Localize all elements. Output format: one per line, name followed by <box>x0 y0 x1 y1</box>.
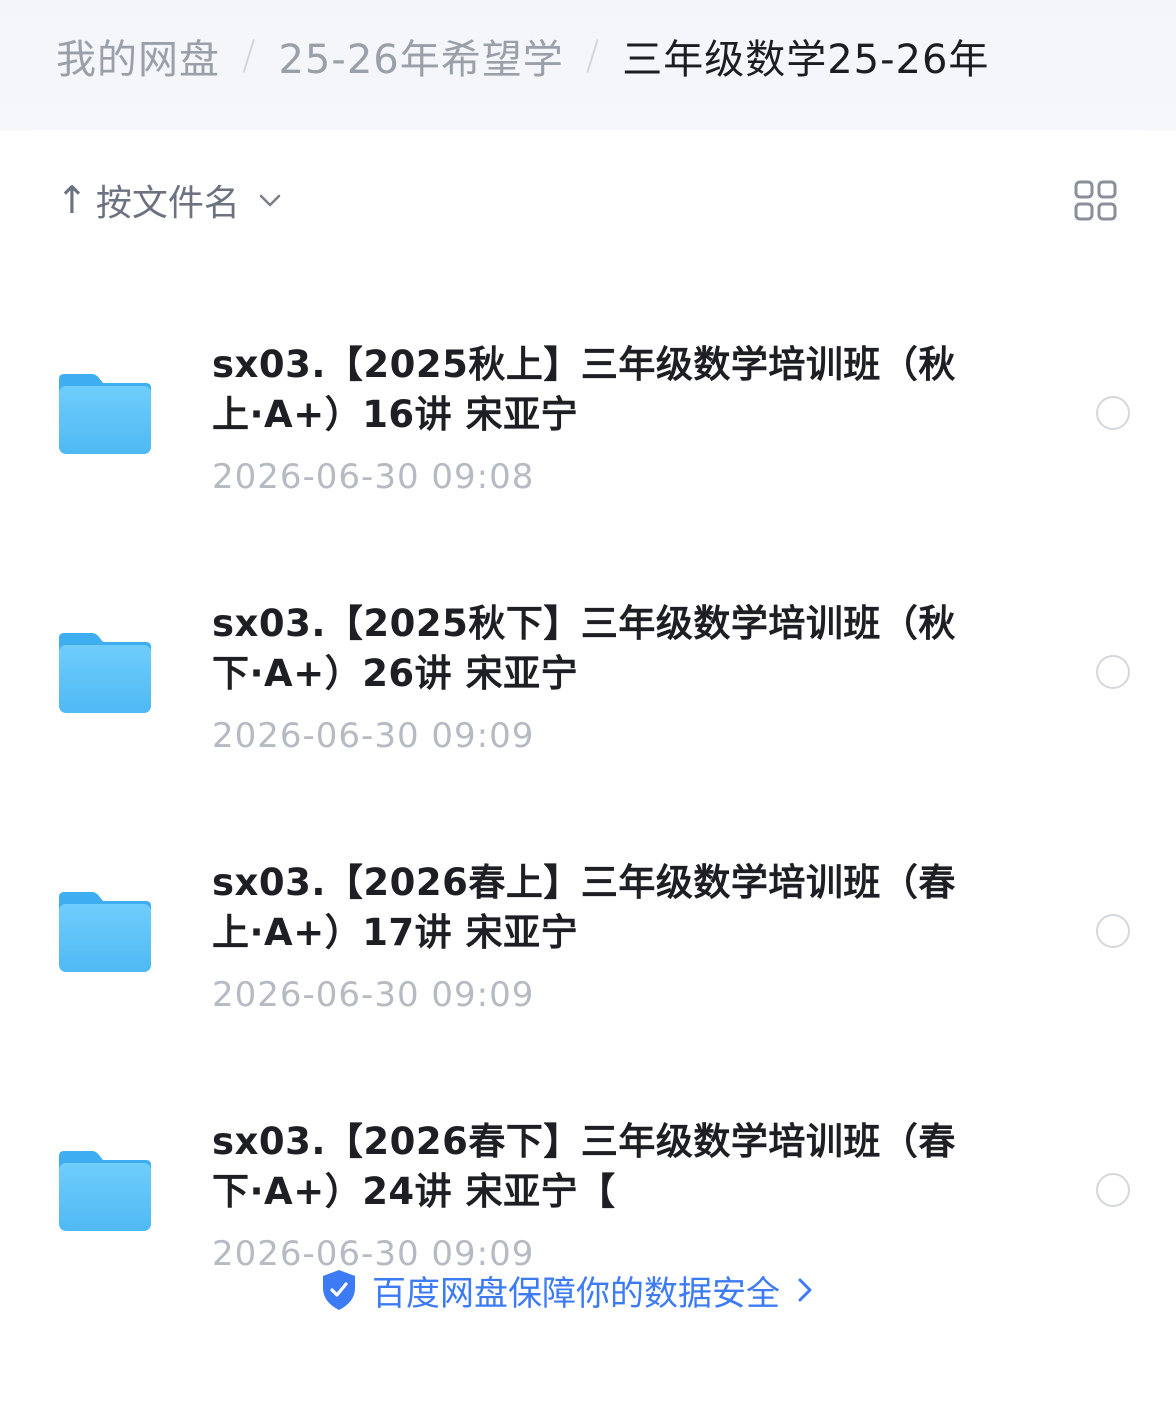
breadcrumb-item-parent-folder[interactable]: 25-26年希望学 <box>278 27 563 85</box>
sort-control[interactable]: ↑ 按文件名 <box>56 176 284 224</box>
breadcrumb-separator: / <box>242 33 257 79</box>
breadcrumb: 我的网盘 / 25-26年希望学 / 三年级数学25-26年 <box>56 26 989 86</box>
sort-direction-icon: ↑ <box>56 178 88 222</box>
select-radio[interactable] <box>1096 396 1130 430</box>
breadcrumb-item-my-drive[interactable]: 我的网盘 <box>56 27 220 85</box>
security-notice-link[interactable]: 百度网盘保障你的数据安全 <box>320 1260 816 1320</box>
folder-icon <box>59 1151 151 1231</box>
file-name: sx03.【2026春下】三年级数学培训班（春下·A+）24讲 宋亚宁【 <box>212 1120 956 1213</box>
select-radio[interactable] <box>1096 655 1130 689</box>
select-radio[interactable] <box>1096 914 1130 948</box>
file-modified-date: 2026-06-30 09:09 <box>212 975 535 1015</box>
select-radio[interactable] <box>1096 1173 1130 1207</box>
grid-view-icon[interactable] <box>1074 180 1118 222</box>
folder-icon <box>59 374 151 454</box>
file-list-page: 我的网盘 / 25-26年希望学 / 三年级数学25-26年 ↑ 按文件名 sx… <box>0 0 1176 1426</box>
security-notice-text: 百度网盘保障你的数据安全 <box>372 1273 780 1314</box>
breadcrumb-separator: / <box>585 33 601 79</box>
folder-icon <box>59 633 151 713</box>
file-modified-date: 2026-06-30 09:09 <box>212 716 535 756</box>
file-name: sx03.【2025秋上】三年级数学培训班（秋上·A+）16讲 宋亚宁 <box>212 343 956 436</box>
list-item[interactable]: sx03.【2026春下】三年级数学培训班（春下·A+）24讲 宋亚宁【 202… <box>0 1037 1176 1274</box>
list-item[interactable]: sx03.【2026春上】三年级数学培训班（春上·A+）17讲 宋亚宁 2026… <box>0 778 1176 1015</box>
sort-label: 按文件名 <box>95 183 240 224</box>
file-modified-date: 2026-06-30 09:08 <box>212 457 535 497</box>
file-name: sx03.【2026春上】三年级数学培训班（春上·A+）17讲 宋亚宁 <box>212 861 956 954</box>
chevron-down-icon <box>259 194 281 207</box>
list-item[interactable]: sx03.【2025秋上】三年级数学培训班（秋上·A+）16讲 宋亚宁 2026… <box>0 260 1176 497</box>
folder-icon <box>59 892 151 972</box>
shield-icon <box>323 1270 355 1310</box>
file-name: sx03.【2025秋下】三年级数学培训班（秋下·A+）26讲 宋亚宁 <box>212 602 956 695</box>
chevron-right-icon <box>798 1278 812 1302</box>
breadcrumb-item-current-folder: 三年级数学25-26年 <box>622 37 990 83</box>
list-item[interactable]: sx03.【2025秋下】三年级数学培训班（秋下·A+）26讲 宋亚宁 2026… <box>0 519 1176 756</box>
